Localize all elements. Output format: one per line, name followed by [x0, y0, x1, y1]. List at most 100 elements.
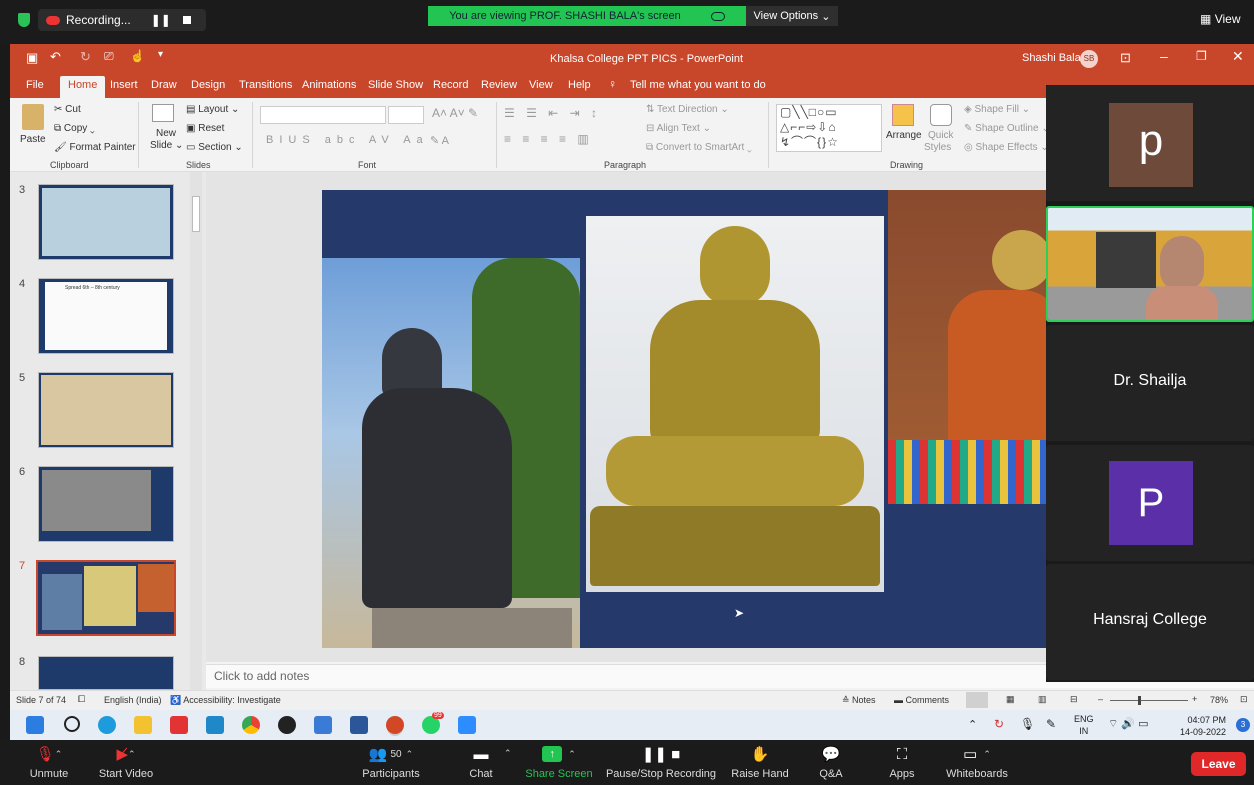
stop-icon[interactable]	[182, 16, 191, 24]
show-hidden-icons[interactable]: ⌃	[968, 718, 977, 731]
tab-home[interactable]: Home	[60, 76, 106, 98]
section-button[interactable]: ▭ Section ⌄	[186, 142, 243, 153]
slide-thumbnail-5[interactable]	[38, 372, 174, 448]
tell-me-search[interactable]: Tell me what you want to do	[630, 79, 766, 91]
zoom-in-icon[interactable]: +	[1192, 694, 1197, 704]
quick-styles-icon[interactable]	[930, 104, 952, 126]
shape-outline-button[interactable]: ✎ Shape Outline ⌄	[964, 123, 1050, 134]
tab-file[interactable]: File	[26, 79, 44, 91]
tab-view[interactable]: View	[529, 79, 553, 91]
start-video-button[interactable]: ▶̸ ⌃ Start Video	[94, 744, 158, 780]
tab-design[interactable]: Design	[191, 79, 225, 91]
undo-icon[interactable]: ↶	[50, 49, 61, 65]
new-slide-dropdown[interactable]: Slide ⌄	[150, 140, 183, 151]
view-options-button[interactable]: View Options ⌄	[746, 6, 838, 26]
font-name-box[interactable]	[260, 106, 386, 124]
mic-icon[interactable]: 🎙	[1020, 717, 1035, 731]
slide-thumbnail-3[interactable]	[38, 184, 174, 260]
photos-icon[interactable]	[314, 716, 332, 734]
quick-styles-button[interactable]: Quick	[928, 130, 954, 141]
align-text-button[interactable]: ⊟ Align Text ⌄	[646, 123, 711, 134]
arrange-button[interactable]: Arrange	[886, 130, 922, 141]
tab-review[interactable]: Review	[481, 79, 517, 91]
zoom-slider[interactable]	[1110, 700, 1188, 701]
slide-thumbnail-8[interactable]	[38, 656, 174, 690]
view-button[interactable]: ▦ View	[1200, 12, 1240, 26]
fit-slide-icon[interactable]: ⊡	[1240, 694, 1248, 705]
minimize-icon[interactable]: –	[1160, 48, 1168, 64]
zoom-level[interactable]: 78%	[1210, 695, 1228, 705]
participant-tile-dr-shailja[interactable]: Dr. Shailja	[1046, 325, 1254, 441]
participants-button[interactable]: 👥 50 ⌃ Participants	[360, 744, 422, 780]
tab-draw[interactable]: Draw	[151, 79, 177, 91]
tab-record[interactable]: Record	[433, 79, 468, 91]
chat-button[interactable]: ▬ Chat	[466, 744, 496, 781]
sync-icon[interactable]: ↻	[994, 717, 1004, 731]
reset-button[interactable]: ▣ Reset	[186, 123, 224, 134]
notification-badge[interactable]: 3	[1236, 718, 1250, 732]
grow-font-icon[interactable]: A˄ A˅ ✎	[432, 106, 478, 120]
normal-view-icon[interactable]	[966, 692, 988, 708]
arrange-icon[interactable]	[892, 104, 914, 126]
format-painter-button[interactable]: 🖌 Format Painter	[54, 142, 136, 153]
word-icon[interactable]	[350, 716, 368, 734]
participant-tile-1[interactable]: p	[1046, 85, 1254, 201]
anydesk-icon[interactable]	[170, 716, 188, 734]
copy-button[interactable]: ⧉ Copy ⌄	[54, 123, 95, 134]
save-icon[interactable]: ▣	[26, 50, 38, 66]
tab-help[interactable]: Help	[568, 79, 591, 91]
touch-mode-icon[interactable]: ☝	[130, 49, 145, 63]
new-slide-button[interactable]: New	[156, 128, 176, 139]
redo-icon[interactable]: ↻	[80, 49, 91, 65]
app-g-icon[interactable]	[278, 716, 296, 734]
paste-button[interactable]: Paste	[20, 134, 46, 145]
search-icon[interactable]	[64, 716, 80, 732]
slide-sorter-icon[interactable]: ▦	[1006, 694, 1015, 705]
restore-icon[interactable]: ❐	[1196, 49, 1207, 63]
shape-effects-button[interactable]: ◎ Shape Effects ⌄	[964, 142, 1049, 153]
accessibility-button[interactable]: ♿ Accessibility: Investigate	[170, 695, 281, 706]
slide-thumbnail-7-selected[interactable]	[36, 560, 176, 636]
slideshow-view-icon[interactable]: ⊟	[1070, 694, 1078, 705]
new-slide-icon[interactable]	[152, 104, 174, 122]
edge-icon[interactable]	[98, 716, 116, 734]
recording-indicator[interactable]: Recording... ❚❚	[38, 9, 206, 31]
customize-qat-icon[interactable]: ▾	[158, 49, 163, 60]
ribbon-display-icon[interactable]: ⊡	[1120, 50, 1131, 66]
reading-view-icon[interactable]: ▥	[1038, 694, 1047, 705]
spellcheck-icon[interactable]: ⧠	[78, 694, 85, 705]
tab-insert[interactable]: Insert	[110, 79, 138, 91]
chat-chevron-icon[interactable]: ⌃	[504, 748, 512, 759]
cut-button[interactable]: ✂ Cut	[54, 104, 81, 115]
qa-button[interactable]: 💬 Q&A	[816, 744, 846, 780]
language-indicator[interactable]: English (India)	[104, 695, 162, 705]
whiteboards-button[interactable]: ▭ ⌃ Whiteboards	[942, 744, 1012, 780]
shape-fill-button[interactable]: ◈ Shape Fill ⌄	[964, 104, 1030, 115]
file-explorer-icon[interactable]	[134, 716, 152, 734]
convert-smartart-button[interactable]: ⧉ Convert to SmartArt ⌄	[646, 142, 752, 153]
participant-tile-hansraj-college[interactable]: Hansraj College	[1046, 564, 1254, 680]
align-icons[interactable]: ≡ ≡ ≡ ≡ ▥	[504, 132, 593, 146]
thumbnail-scrollbar[interactable]	[190, 172, 202, 690]
pen-icon[interactable]: ✎	[1046, 717, 1056, 731]
slideshow-icon[interactable]: ⎚	[104, 49, 114, 64]
slide-thumbnail-6[interactable]	[38, 466, 174, 542]
tab-transitions[interactable]: Transitions	[239, 79, 292, 91]
zoom-slider-thumb[interactable]	[1138, 696, 1141, 705]
raise-hand-button[interactable]: ✋ Raise Hand	[730, 744, 790, 780]
clock[interactable]: 04:07 PM 14-09-2022	[1180, 714, 1226, 738]
font-color-icon[interactable]: ✎ A	[430, 134, 449, 147]
chrome-icon[interactable]	[242, 716, 260, 734]
notes-button[interactable]: ≙ Notes	[842, 695, 876, 706]
font-size-box[interactable]	[388, 106, 424, 124]
tab-animations[interactable]: Animations	[302, 79, 356, 91]
participant-tile-4[interactable]: P	[1046, 445, 1254, 561]
unmute-button[interactable]: 🎙 ⌃ Unmute	[26, 744, 72, 780]
wifi-sound-battery-icon[interactable]: ⌔ 🔊 ▭	[1108, 717, 1149, 731]
pause-stop-recording-button[interactable]: ❚❚ ■ Pause/Stop Recording	[606, 744, 716, 780]
user-avatar[interactable]: SB	[1080, 50, 1098, 68]
comments-button[interactable]: ▬ Comments	[894, 695, 949, 705]
shapes-gallery[interactable]: ▢╲╲□○▭ △⌐⌐⇨⇩⌂ ↯⌒⌒{}☆	[776, 104, 882, 152]
zoom-out-icon[interactable]: –	[1098, 694, 1103, 704]
font-format-icons[interactable]: BIUS abc AV Aa	[266, 134, 429, 146]
